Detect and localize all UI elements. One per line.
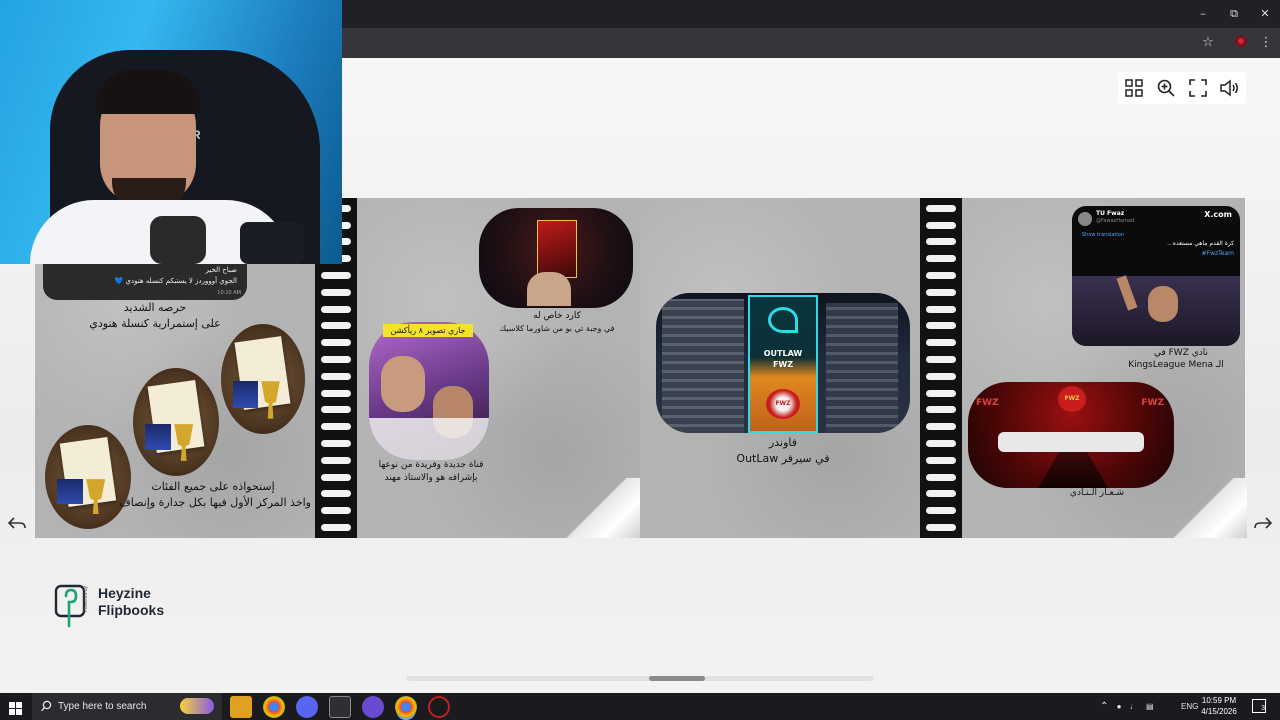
tweet-source: X.com [1204, 210, 1232, 219]
tweet-author: TU Fwaz [1096, 210, 1125, 217]
channel-photo [369, 322, 489, 460]
certificate-photo [133, 368, 219, 476]
clock-date: 4/15/2026 [1201, 707, 1237, 716]
close-window-button[interactable]: ✕ [1248, 6, 1280, 22]
studio-side-right: FWZ [1141, 398, 1164, 408]
chat-greeting: صباح الخير [205, 266, 237, 274]
tweet-photo [1072, 275, 1240, 346]
microphone-tray-icon[interactable]: ● [1117, 702, 1122, 711]
discord-icon[interactable] [296, 696, 318, 718]
chrome-active-icon[interactable] [395, 696, 417, 718]
webcam-overlay: ER [0, 0, 342, 264]
horizontal-scrollbar[interactable] [406, 676, 874, 681]
volume-icon[interactable]: ♩ [1130, 702, 1138, 711]
chat-bubble: صباح الخير الجوي أوووردز لا يستبكم كنسله… [43, 262, 247, 300]
page1-heading-line2: على إستمرارية كنسلة هنودي [89, 317, 221, 330]
windows-start-icon[interactable] [9, 700, 22, 719]
billboard-logo: FWZ [766, 389, 800, 419]
spiral-binding [920, 198, 962, 538]
scrollbar-thumb[interactable] [649, 676, 705, 681]
tweet-handle: @FawazHamad [1096, 218, 1135, 224]
thumbnails-icon[interactable] [1121, 75, 1147, 101]
tweet-avatar [1078, 212, 1092, 226]
channel-caption-line2: بإشرافه هو والاستاذ مهند [384, 473, 478, 483]
search-icon [40, 693, 52, 720]
page-2[interactable]: كارد خاص له في وجبة تي بو من شاورما كلاس… [357, 198, 640, 538]
certificate-photo [45, 425, 131, 529]
fullscreen-icon[interactable] [1185, 75, 1211, 101]
card-caption-line1: كارد خاص له [533, 311, 581, 321]
card-caption-line2: في وجبة تي بو من شاورما كلاسيك [499, 324, 615, 333]
notification-center-icon[interactable]: 3 [1252, 699, 1266, 713]
tray-chevron-icon[interactable]: ⌃ [1100, 701, 1108, 712]
clock-time: 10:59 PM [1201, 696, 1237, 705]
capture-app-icon[interactable] [329, 696, 351, 718]
page-4[interactable]: TU Fwaz @FawazHamad X.com Show translati… [962, 198, 1247, 538]
heyzine-wordmark[interactable]: Heyzine Flipbooks [98, 585, 164, 619]
person-hair [96, 70, 200, 114]
logo-caption: شـعـار الـنـادي [1069, 488, 1125, 498]
zoom-in-icon[interactable] [1153, 75, 1179, 101]
powered-by-label: Powered by [83, 586, 89, 613]
taskbar-clock[interactable]: 10:59 PM 4/15/2026 [1196, 695, 1242, 717]
page1-heading-line1: حرصه الشديد [123, 301, 187, 314]
billboard-bottom-text: FWZ [772, 360, 794, 369]
restore-button[interactable]: ⧉ [1217, 6, 1251, 22]
previous-page-arrow-icon[interactable] [6, 512, 28, 534]
page-3[interactable]: OUTLAW FWZ FWZ فاوندر في سيرفر OutLaw [640, 198, 920, 538]
mic-arm [240, 222, 304, 264]
minimize-button[interactable]: – [1186, 6, 1220, 22]
studio-logo: FWZ [1058, 386, 1086, 412]
chat-time: 10:10 AM [217, 290, 241, 296]
brand-line2: Flipbooks [98, 602, 165, 618]
sound-icon[interactable] [1217, 75, 1243, 101]
notification-count: 3 [1261, 705, 1265, 712]
page-curl[interactable] [1157, 478, 1247, 538]
microphone-icon [150, 216, 206, 264]
page4-caption-line1: نادي FWZ في [1153, 348, 1209, 358]
profile-icon[interactable] [1232, 34, 1250, 52]
next-page-arrow-icon[interactable] [1252, 512, 1274, 534]
search-highlight-icon [180, 698, 214, 714]
chat-message: الجوي أوووردز لا يستبكم كنسله هنودي 💙 [114, 277, 237, 285]
billboard-photo: OUTLAW FWZ FWZ [656, 293, 910, 433]
filming-badge: جاري تصوير ٨ ريأكشن [383, 324, 473, 337]
studio-side-left: FWZ [976, 398, 999, 408]
obs-icon[interactable] [428, 696, 450, 718]
chrome-icon[interactable] [263, 696, 285, 718]
bookmark-star-icon[interactable]: ☆ [1199, 34, 1217, 52]
viewer-toolbar [1118, 72, 1246, 104]
billboard-top-text: OUTLAW [763, 349, 803, 358]
channel-caption-line1: قناة جديدة وفريدة من نوعها [378, 460, 484, 470]
page1-caption-line2: واخذ المركز الأول فيها بكل جدارة وإنصاف [119, 496, 311, 509]
windows-taskbar: Type here to search ⌃ ● ♩ ▤ ENG 10:59 PM… [0, 693, 1280, 720]
tweet-hashtag: #FwzTeam [1201, 250, 1234, 257]
page1-caption-line1: إستحواذه على جميع الفئات [151, 480, 275, 493]
card-photo [479, 208, 633, 308]
system-tray-icons[interactable]: ⌃ ● ♩ ▤ [1100, 693, 1180, 720]
tweet-text: كرة القدم ماهي مستعده .. [1167, 240, 1234, 247]
taskbar-search-box[interactable]: Type here to search [32, 693, 222, 720]
page-curl[interactable] [550, 478, 640, 538]
page3-caption-line1: فاوندر [768, 436, 798, 449]
brand-line1: Heyzine [98, 585, 151, 601]
page3-caption-line2: في سيرفر OutLaw [736, 452, 830, 465]
tweet-translate-link[interactable]: Show translation [1082, 232, 1124, 238]
streaming-app-icon[interactable] [362, 696, 384, 718]
browser-menu-icon[interactable]: ⋮ [1257, 34, 1275, 52]
network-icon[interactable]: ▤ [1146, 702, 1154, 711]
file-explorer-icon[interactable] [230, 696, 252, 718]
search-placeholder: Type here to search [58, 701, 147, 712]
page4-caption-line2: الـ KingsLeague Mena [1128, 360, 1224, 370]
studio-photo: FWZ FWZ FWZ [968, 382, 1174, 488]
certificate-photo [221, 324, 305, 434]
tweet-screenshot: TU Fwaz @FawazHamad X.com Show translati… [1072, 206, 1240, 346]
